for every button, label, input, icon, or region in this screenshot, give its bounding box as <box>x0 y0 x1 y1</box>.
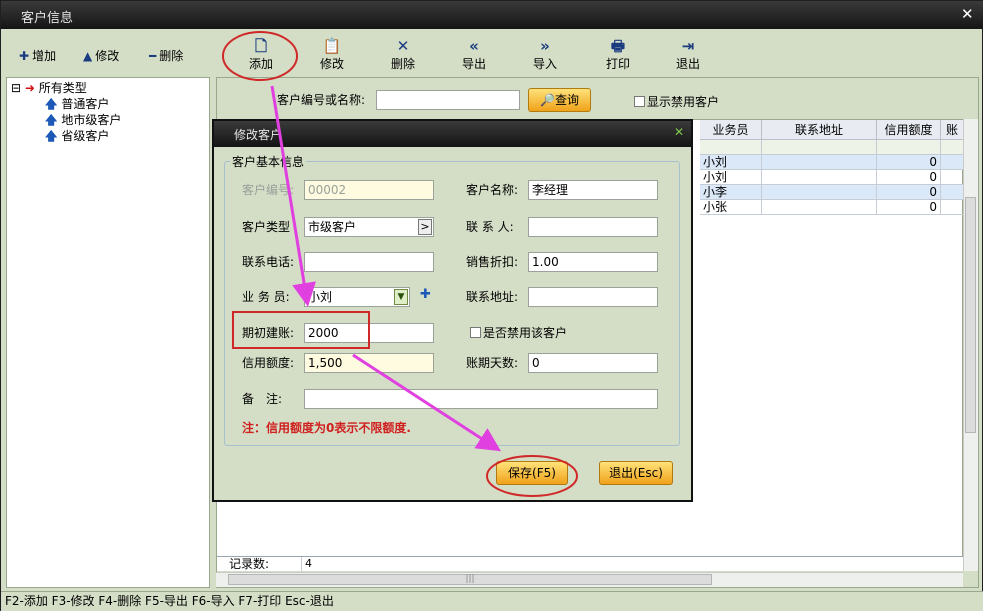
main-window: 客户信息 ✕ ✚ 增加 ▲ 修改 ━ 删除 🗋 添加 📋 修改 ✕ 删除 «导出 » 导入 🖶… <box>0 0 983 611</box>
annotation-overlay <box>222 31 578 497</box>
arrow-to-salesman <box>270 85 316 307</box>
highlight-opening-rect <box>232 311 370 349</box>
highlight-save-ellipse <box>486 455 578 497</box>
highlight-add-ellipse <box>222 31 298 81</box>
arrow-to-save <box>352 353 502 452</box>
